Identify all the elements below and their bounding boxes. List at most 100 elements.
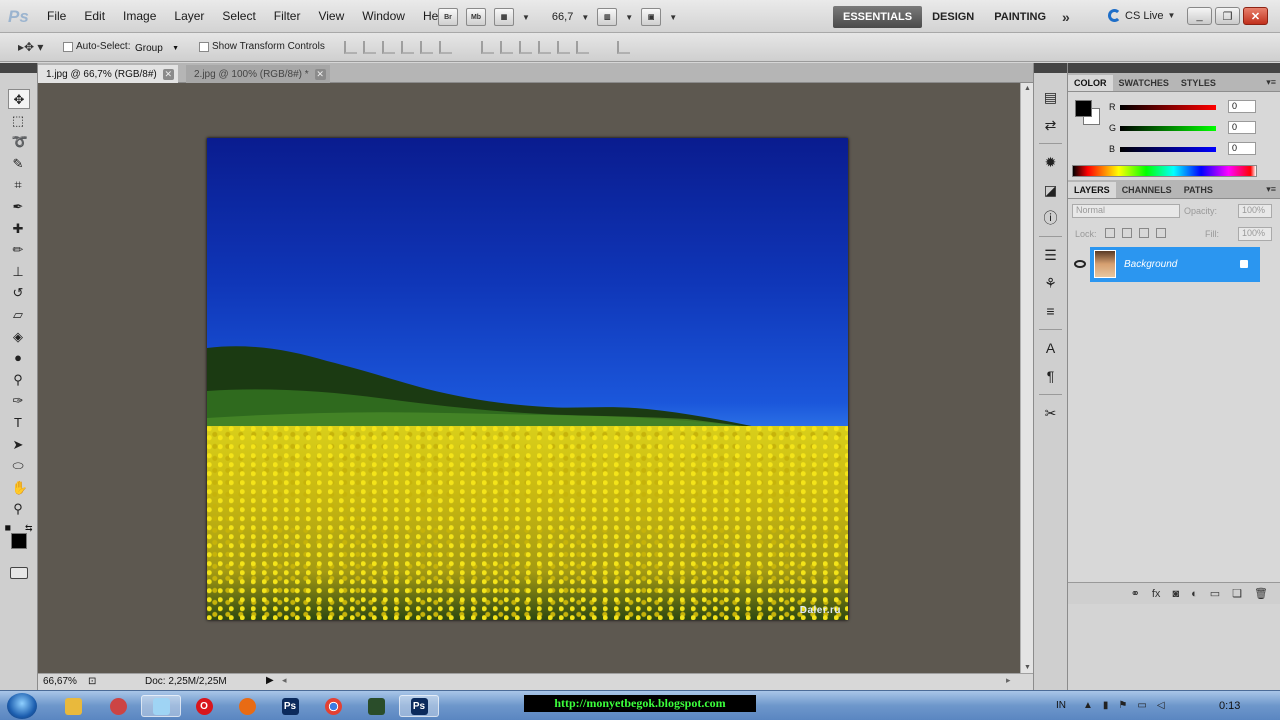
document-tab-1[interactable]: 1.jpg @ 66,7% (RGB/8#) ✕ — [38, 65, 178, 83]
eye-icon[interactable] — [1074, 260, 1086, 268]
clock[interactable]: 0:13 — [1219, 700, 1240, 712]
distribute-hcenter-icon[interactable] — [557, 41, 570, 54]
path-selection-tool-button[interactable]: ➤ — [8, 435, 30, 455]
show-transform-checkbox[interactable] — [199, 41, 209, 52]
clone-stamp-tool-button[interactable]: ⊥ — [8, 262, 30, 282]
character-panel-icon[interactable]: A — [1040, 338, 1062, 358]
blend-mode-select[interactable]: Normal — [1072, 204, 1180, 218]
scroll-down-icon[interactable]: ▼ — [1024, 664, 1031, 671]
taskbar-firefox[interactable] — [227, 695, 267, 717]
layer-style-icon[interactable]: fx — [1152, 588, 1161, 600]
menu-view[interactable]: View — [309, 9, 353, 23]
start-button-icon[interactable] — [7, 693, 37, 719]
foreground-color-swatch[interactable] — [10, 533, 27, 550]
chevron-down-icon[interactable]: ▼ — [669, 13, 677, 22]
bridge-button[interactable]: Br — [438, 8, 458, 26]
workspace-painting[interactable]: PAINTING — [984, 6, 1056, 28]
tab-channels[interactable]: CHANNELS — [1116, 182, 1178, 198]
taskbar-media[interactable] — [98, 695, 138, 717]
screen-mode-icon[interactable]: ▣ — [641, 8, 662, 26]
panel-menu-icon[interactable]: ▾≡ — [1266, 184, 1276, 195]
opacity-input[interactable]: 100% — [1238, 204, 1272, 218]
zoom-tool-button[interactable]: ⚲ — [8, 499, 30, 519]
taskbar-explorer[interactable] — [53, 695, 93, 717]
green-track[interactable] — [1120, 126, 1216, 131]
blue-value-input[interactable]: 0 — [1228, 142, 1256, 155]
tab-paths[interactable]: PATHS — [1178, 182, 1219, 198]
taskbar-chrome[interactable] — [313, 695, 353, 717]
auto-align-layers-icon[interactable] — [617, 41, 630, 54]
distribute-right-icon[interactable] — [576, 41, 589, 54]
toolbox-header[interactable] — [0, 63, 37, 73]
menu-file[interactable]: File — [38, 9, 75, 23]
history-panel-icon[interactable]: ⇄ — [1040, 115, 1062, 135]
distribute-top-icon[interactable] — [481, 41, 494, 54]
volume-icon[interactable]: ◁ — [1157, 700, 1165, 711]
histogram-panel-icon[interactable]: ◪ — [1040, 180, 1062, 200]
paint-bucket-tool-button[interactable]: ◈ — [8, 327, 30, 347]
workspace-design[interactable]: DESIGN — [922, 6, 984, 28]
dock-header[interactable] — [1034, 63, 1067, 73]
auto-select-option[interactable]: Auto-Select: — [63, 41, 130, 52]
link-layers-icon[interactable]: ⚭ — [1131, 587, 1140, 600]
landscape-image[interactable]: Daler.ru — [207, 138, 848, 620]
taskbar-window[interactable] — [141, 695, 181, 717]
export-icon[interactable]: ⊡ — [88, 676, 96, 687]
status-menu-arrow-icon[interactable]: ▶ — [266, 675, 274, 686]
chevron-down-icon[interactable]: ▼ — [522, 13, 530, 22]
fill-input[interactable]: 100% — [1238, 227, 1272, 241]
align-bottom-icon[interactable] — [382, 41, 395, 54]
history-brush-tool-button[interactable]: ↺ — [8, 283, 30, 303]
language-indicator[interactable]: IN — [1056, 700, 1066, 711]
display-icon[interactable]: ▭ — [1137, 700, 1146, 711]
close-button[interactable]: ✕ — [1243, 7, 1268, 25]
taskbar-opera[interactable]: O — [184, 695, 224, 717]
tab-layers[interactable]: LAYERS — [1068, 182, 1116, 198]
dodge-tool-button[interactable]: ⚲ — [8, 370, 30, 390]
panels-header[interactable] — [1068, 63, 1280, 73]
restore-button[interactable]: ❐ — [1215, 7, 1240, 25]
distribute-left-icon[interactable] — [538, 41, 551, 54]
paragraph-panel-icon[interactable]: ¶ — [1040, 366, 1062, 386]
lock-all-icon[interactable] — [1156, 228, 1166, 238]
align-left-icon[interactable] — [401, 41, 414, 54]
hand-tool-button[interactable]: ✋ — [8, 478, 30, 498]
masks-panel-icon[interactable]: ⚘ — [1040, 273, 1062, 293]
color-spectrum-ramp[interactable] — [1072, 165, 1257, 177]
green-value-input[interactable]: 0 — [1228, 121, 1256, 134]
flag-icon[interactable]: ⚑ — [1118, 700, 1127, 711]
adjustment-layer-icon[interactable]: ◐ — [1191, 588, 1198, 600]
document-tab-2[interactable]: 2.jpg @ 100% (RGB/8#) * ✕ — [186, 65, 330, 83]
tool-presets-panel-icon[interactable]: ✂ — [1040, 403, 1062, 423]
lock-transparency-icon[interactable] — [1105, 228, 1115, 238]
red-value-input[interactable]: 0 — [1228, 100, 1256, 113]
menu-edit[interactable]: Edit — [75, 9, 114, 23]
mini-bridge-button[interactable]: Mb — [466, 8, 486, 26]
foreground-color-swatch[interactable] — [1075, 100, 1092, 117]
crop-tool-button[interactable]: ⌗ — [8, 175, 30, 195]
lasso-tool-button[interactable]: ➰ — [8, 132, 30, 152]
healing-brush-tool-button[interactable]: ✚ — [8, 219, 30, 239]
align-right-icon[interactable] — [439, 41, 452, 54]
layer-mask-icon[interactable]: ◙ — [1172, 588, 1179, 600]
marquee-tool-button[interactable]: ⬚ — [8, 111, 30, 131]
zoom-status[interactable]: 66,67% — [43, 676, 77, 687]
pen-tool-button[interactable]: ✑ — [8, 391, 30, 411]
taskbar-app[interactable] — [356, 695, 396, 717]
shape-tool-button[interactable]: ⬭ — [8, 456, 30, 476]
tab-color[interactable]: COLOR — [1068, 75, 1113, 91]
cs-live-menu[interactable]: CS Live ▼ — [1108, 9, 1175, 22]
show-transform-option[interactable]: Show Transform Controls — [199, 41, 325, 52]
workspace-essentials[interactable]: ESSENTIALS — [833, 6, 923, 28]
menu-window[interactable]: Window — [353, 9, 414, 23]
type-tool-button[interactable]: T — [8, 413, 30, 433]
default-colors-icon[interactable]: ◼ — [5, 523, 12, 532]
menu-select[interactable]: Select — [213, 9, 264, 23]
auto-select-dropdown[interactable]: Group ▼ — [131, 41, 183, 55]
quick-selection-tool-button[interactable]: ✎ — [8, 154, 30, 174]
zoom-level-dropdown[interactable]: 66,7 — [552, 11, 573, 23]
info-panel-icon[interactable]: ⓘ — [1040, 208, 1062, 228]
move-tool-button[interactable]: ✥ — [7, 89, 30, 109]
actions-panel-icon[interactable]: ≡ — [1040, 301, 1062, 321]
auto-select-checkbox[interactable] — [63, 41, 73, 52]
